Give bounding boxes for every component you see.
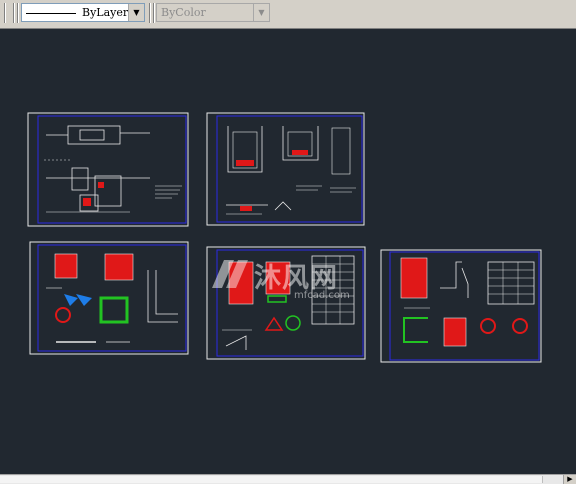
chevron-down-icon[interactable]: ▼ [128, 4, 144, 21]
properties-toolbar: ByLayer ▼ ByColor ▼ [0, 0, 576, 29]
linetype-label: ByLayer [82, 6, 129, 19]
toolbar-separator [13, 3, 14, 23]
drawing-sheets [27, 112, 542, 363]
scrollbar-thumb[interactable] [0, 476, 543, 483]
drawing-canvas[interactable]: 沐风网 mfcad.com [0, 28, 576, 474]
toolbar-separator [17, 3, 18, 23]
toolbar-separator [153, 3, 154, 23]
watermark-url: mfcad.com [294, 290, 350, 301]
drawing-sheet-3[interactable] [29, 241, 189, 355]
drawing-sheet-2[interactable] [206, 112, 365, 226]
plotstyle-dropdown[interactable]: ByColor ▼ [156, 3, 270, 22]
scroll-right-icon[interactable]: ▶ [563, 475, 576, 484]
toolbar-grip[interactable] [4, 3, 5, 23]
watermark-logo-icon [212, 260, 248, 288]
plotstyle-label: ByColor [161, 6, 206, 19]
drawing-sheet-1[interactable] [27, 112, 189, 227]
linetype-dropdown[interactable]: ByLayer ▼ [21, 3, 145, 22]
watermark: 沐风网 mfcad.com [206, 254, 376, 304]
toolbar-separator [149, 3, 150, 23]
chevron-down-icon[interactable]: ▼ [253, 4, 269, 21]
drawing-sheet-5[interactable] [380, 249, 542, 363]
horizontal-scrollbar[interactable]: ▶ [0, 474, 576, 484]
linetype-preview [26, 13, 76, 14]
